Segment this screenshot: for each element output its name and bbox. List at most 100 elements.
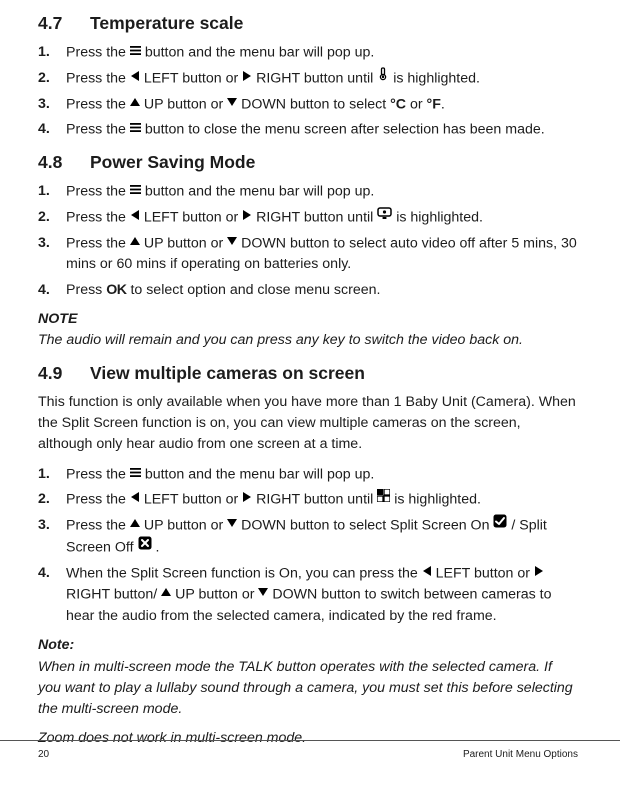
step-number: 4. <box>38 563 66 628</box>
section-48-title: Power Saving Mode <box>90 152 255 172</box>
step-number: 1. <box>38 464 66 486</box>
left-icon <box>130 67 140 88</box>
step-text: Press the <box>66 209 130 225</box>
step-number: 2. <box>38 489 66 511</box>
section-48-number: 4.8 <box>38 149 90 175</box>
step-text: LEFT button or <box>140 492 242 508</box>
step-text: UP button or <box>140 235 227 251</box>
step-item: 3.Press the UP button or DOWN button to … <box>38 515 578 558</box>
section-49-note-heading: Note: <box>38 635 578 656</box>
step-text: button and the menu bar will pop up. <box>141 45 374 61</box>
step-item: 4.Press the button to close the menu scr… <box>38 119 578 141</box>
step-text: button to close the menu screen after se… <box>141 122 545 138</box>
step-text: Press <box>66 282 106 298</box>
right-icon <box>242 488 252 509</box>
step-text: UP button or <box>140 518 227 534</box>
up-icon <box>130 232 140 253</box>
left-icon <box>130 488 140 509</box>
page-number: 20 <box>38 747 49 762</box>
step-number: 3. <box>38 94 66 116</box>
step-text: LEFT button or <box>140 209 242 225</box>
left-icon <box>130 206 140 227</box>
step-text: When the Split Screen function is On, yo… <box>66 565 422 581</box>
right-icon <box>534 562 544 583</box>
section-47-title: Temperature scale <box>90 13 243 33</box>
step-number: 1. <box>38 42 66 64</box>
step-number: 3. <box>38 515 66 558</box>
step-text: or <box>406 96 427 112</box>
step-text: DOWN button to select Split Screen On <box>237 518 493 534</box>
step-text: button and the menu bar will pop up. <box>141 466 374 482</box>
section-49-title: View multiple cameras on screen <box>90 363 365 383</box>
grid-icon <box>377 488 390 509</box>
down-icon <box>227 93 237 114</box>
step-text: Press the <box>66 492 130 508</box>
step-item: 2.Press the LEFT button or RIGHT button … <box>38 489 578 511</box>
section-49-number: 4.9 <box>38 360 90 386</box>
step-body: Press OK to select option and close menu… <box>66 280 578 301</box>
step-text: LEFT button or <box>140 70 242 86</box>
step-body: Press the LEFT button or RIGHT button un… <box>66 207 578 229</box>
step-text: button and the menu bar will pop up. <box>141 184 374 200</box>
step-item: 1.Press the button and the menu bar will… <box>38 181 578 203</box>
step-text: . <box>441 96 445 112</box>
up-icon <box>161 583 171 604</box>
step-text: DOWN button to select <box>237 96 390 112</box>
step-body: Press the LEFT button or RIGHT button un… <box>66 68 578 90</box>
section-48-note-heading: NOTE <box>38 309 578 330</box>
step-text: Press the <box>66 518 130 534</box>
left-icon <box>422 562 432 583</box>
check-on-icon <box>493 514 507 535</box>
down-icon <box>258 583 268 604</box>
monitor-icon <box>377 206 392 227</box>
up-icon <box>130 93 140 114</box>
step-item: 2.Press the LEFT button or RIGHT button … <box>38 207 578 229</box>
step-text: RIGHT button/ <box>66 587 161 603</box>
section-49-steps: 1.Press the button and the menu bar will… <box>38 464 578 628</box>
step-number: 3. <box>38 233 66 276</box>
thermo-icon <box>377 67 389 88</box>
step-text: is highlighted. <box>390 492 481 508</box>
degrees-c: °C <box>390 96 406 112</box>
step-body: Press the UP button or DOWN button to se… <box>66 515 578 558</box>
step-body: Press the button and the menu bar will p… <box>66 181 578 203</box>
step-text: Press the <box>66 466 130 482</box>
step-text: Press the <box>66 184 130 200</box>
right-icon <box>242 206 252 227</box>
section-47-heading: 4.7Temperature scale <box>38 10 578 36</box>
section-48-note: The audio will remain and you can press … <box>38 330 578 351</box>
menu-icon <box>130 180 141 201</box>
step-number: 2. <box>38 68 66 90</box>
menu-icon <box>130 118 141 139</box>
section-48-heading: 4.8Power Saving Mode <box>38 149 578 175</box>
page-footer: 20 Parent Unit Menu Options <box>0 740 620 762</box>
section-47-steps: 1.Press the button and the menu bar will… <box>38 42 578 141</box>
step-body: Press the button to close the menu scree… <box>66 119 578 141</box>
menu-icon <box>130 463 141 484</box>
manual-page: 4.7Temperature scale 1.Press the button … <box>0 0 620 786</box>
step-item: 1.Press the button and the menu bar will… <box>38 42 578 64</box>
section-49-intro: This function is only available when you… <box>38 392 578 456</box>
degrees-f: °F <box>427 96 441 112</box>
right-icon <box>242 67 252 88</box>
step-item: 4.Press OK to select option and close me… <box>38 280 578 301</box>
step-text: RIGHT button until <box>252 209 377 225</box>
step-number: 2. <box>38 207 66 229</box>
section-47-number: 4.7 <box>38 10 90 36</box>
step-text: LEFT button or <box>432 565 534 581</box>
check-off-icon <box>138 536 152 557</box>
step-body: When the Split Screen function is On, yo… <box>66 563 578 628</box>
step-item: 1.Press the button and the menu bar will… <box>38 464 578 486</box>
step-text: Press the <box>66 70 130 86</box>
section-49-note-1: When in multi-screen mode the TALK butto… <box>38 657 578 721</box>
menu-icon <box>130 41 141 62</box>
step-number: 4. <box>38 119 66 141</box>
step-text: Press the <box>66 45 130 61</box>
step-text: . <box>152 539 160 555</box>
step-body: Press the UP button or DOWN button to se… <box>66 233 578 276</box>
ok-icon: OK <box>106 280 126 301</box>
step-text: is highlighted. <box>389 70 480 86</box>
step-body: Press the button and the menu bar will p… <box>66 42 578 64</box>
down-icon <box>227 514 237 535</box>
step-body: Press the LEFT button or RIGHT button un… <box>66 489 578 511</box>
